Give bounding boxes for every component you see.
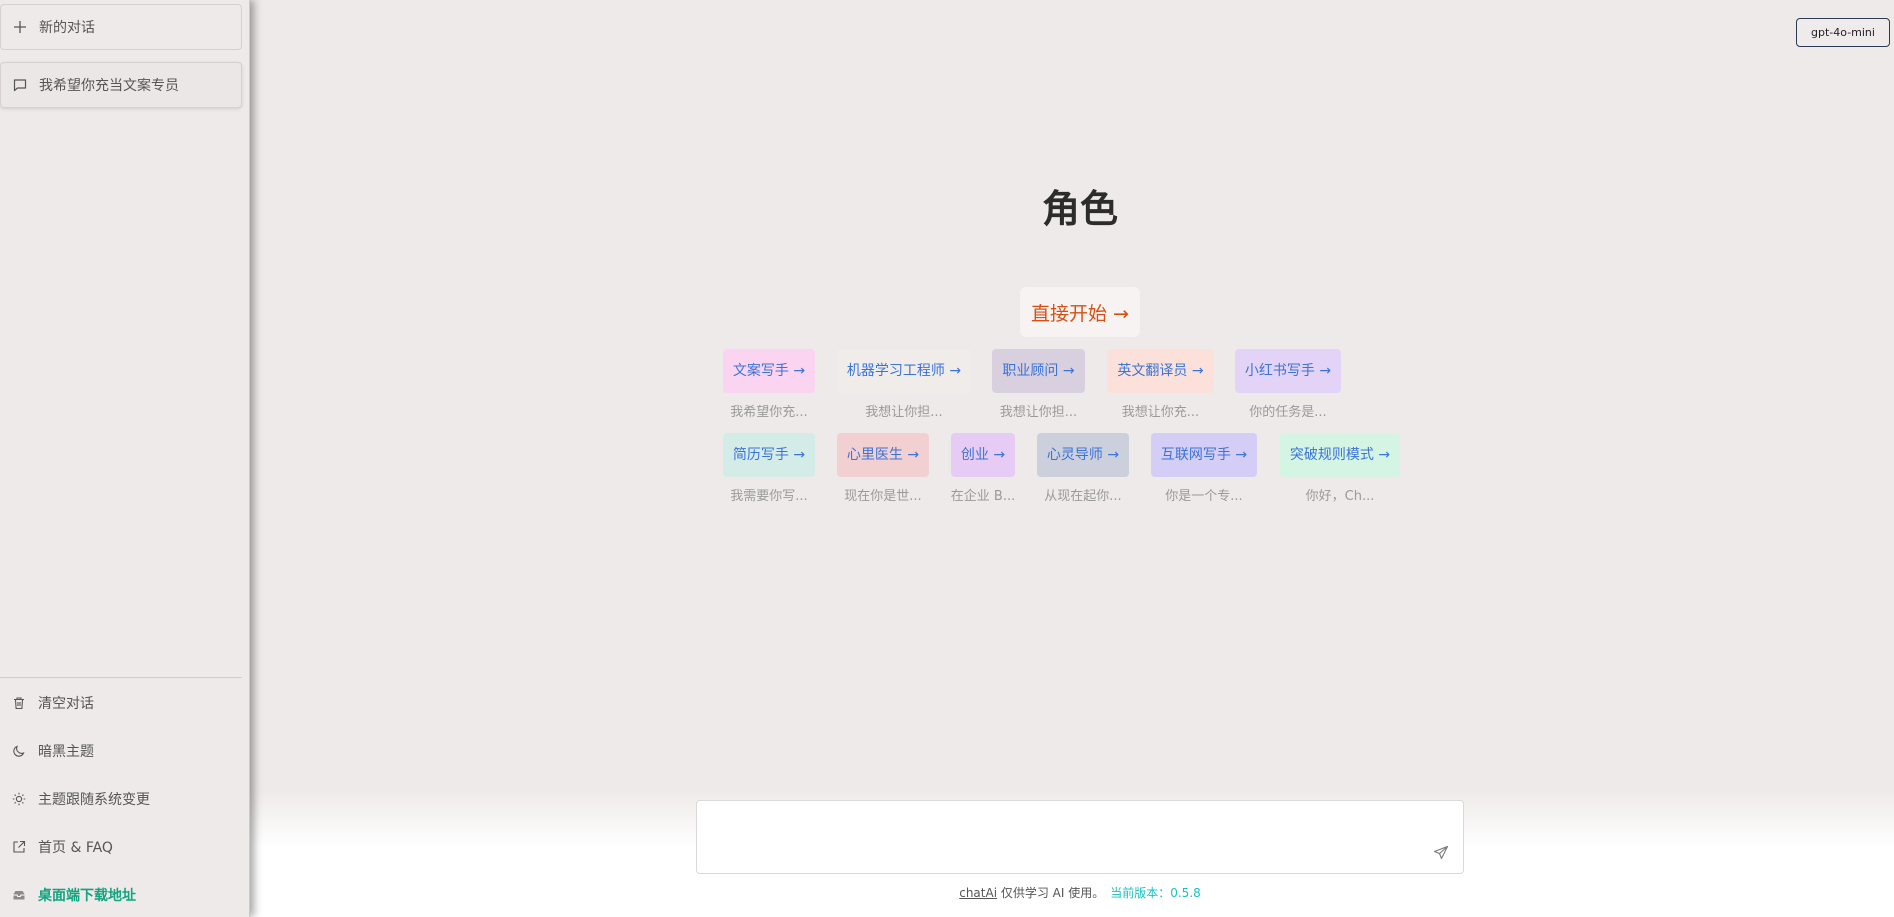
role-desc: 我希望你充...: [730, 405, 808, 420]
inbox-icon: [12, 888, 26, 902]
role-card: 心里医生 → 现在你是世...: [834, 433, 932, 504]
external-link-icon: [12, 840, 26, 854]
role-button[interactable]: 小红书写手 →: [1234, 349, 1342, 393]
role-card: 职业顾问 → 我想让你担...: [989, 349, 1088, 420]
new-chat-label: 新的对话: [39, 20, 95, 36]
chat-bubble-icon: [13, 78, 27, 92]
role-desc: 在企业 B...: [950, 489, 1016, 504]
home-faq-label: 首页 & FAQ: [38, 840, 113, 856]
role-card: 英文翻译员 → 我想让你充...: [1104, 349, 1217, 420]
role-button[interactable]: 职业顾问 →: [992, 349, 1085, 393]
role-desc: 我想让你担...: [865, 405, 943, 420]
footer: chatAi 仅供学习 AI 使用。 当前版本：0.5.8: [696, 884, 1464, 901]
model-selector-button[interactable]: gpt-4o-mini: [1796, 18, 1890, 47]
role-card: 机器学习工程师 → 我想让你担...: [834, 349, 974, 420]
system-theme-button[interactable]: 主题跟随系统变更: [0, 779, 242, 819]
sidebar: 新的对话 我希望你充当文案专员 清空对话 暗黑主题 主题跟随系统变更 首页 & …: [0, 0, 250, 917]
role-button[interactable]: 心灵导师 →: [1036, 433, 1130, 477]
role-button[interactable]: 心里医生 →: [836, 433, 930, 477]
role-card: 创业 → 在企业 B...: [947, 433, 1019, 504]
footer-text: 仅供学习 AI 使用。: [997, 886, 1105, 900]
version-label: 当前版本：0.5.8: [1110, 886, 1201, 900]
role-card: 心灵导师 → 从现在起你...: [1034, 433, 1132, 504]
role-button[interactable]: 互联网写手 →: [1150, 433, 1258, 477]
role-card: 文案写手 → 我希望你充...: [720, 349, 818, 420]
role-card: 简历写手 → 我需要你写...: [720, 433, 818, 504]
plus-icon: [13, 20, 27, 34]
role-button[interactable]: 英文翻译员 →: [1107, 349, 1214, 393]
role-desc: 我想让你充...: [1121, 405, 1200, 420]
desktop-download-label: 桌面端下载地址: [38, 888, 136, 904]
role-desc: 从现在起你...: [1044, 489, 1122, 504]
dark-theme-button[interactable]: 暗黑主题: [0, 731, 242, 771]
role-button[interactable]: 突破规则模式 →: [1279, 433, 1401, 477]
home-faq-link[interactable]: 首页 & FAQ: [0, 827, 242, 867]
role-button[interactable]: 文案写手 →: [722, 349, 816, 393]
new-chat-button[interactable]: 新的对话: [0, 4, 242, 50]
start-button[interactable]: 直接开始 →: [1020, 287, 1140, 337]
moon-icon: [12, 744, 26, 758]
sun-icon: [12, 792, 26, 806]
dark-theme-label: 暗黑主题: [38, 744, 94, 760]
role-button[interactable]: 创业 →: [950, 433, 1016, 477]
role-desc: 你好，Ch...: [1305, 489, 1375, 504]
role-card: 互联网写手 → 你是一个专...: [1148, 433, 1260, 504]
trash-icon: [12, 696, 26, 710]
message-input[interactable]: [697, 801, 1463, 873]
send-icon[interactable]: [1433, 845, 1449, 861]
role-button[interactable]: 机器学习工程师 →: [836, 349, 972, 393]
role-desc: 现在你是世...: [844, 489, 922, 504]
role-card: 突破规则模式 → 你好，Ch...: [1276, 433, 1404, 504]
clear-chat-label: 清空对话: [38, 696, 94, 712]
page-title: 角色: [1041, 187, 1118, 231]
role-desc: 我想让你担...: [999, 405, 1078, 420]
role-desc: 你是一个专...: [1165, 489, 1243, 504]
clear-chat-button[interactable]: 清空对话: [0, 683, 242, 723]
role-card: 小红书写手 → 你的任务是...: [1232, 349, 1344, 420]
message-input-box: [696, 800, 1464, 874]
desktop-download-link[interactable]: 桌面端下载地址: [0, 875, 242, 915]
role-desc: 你的任务是...: [1249, 405, 1327, 420]
conversation-item[interactable]: 我希望你充当文案专员: [0, 62, 242, 108]
conversation-label: 我希望你充当文案专员: [39, 78, 179, 94]
role-desc: 我需要你写...: [730, 489, 808, 504]
sidebar-divider: [0, 677, 242, 678]
role-button[interactable]: 简历写手 →: [722, 433, 816, 477]
system-theme-label: 主题跟随系统变更: [38, 792, 150, 808]
chatai-link[interactable]: chatAi: [959, 886, 997, 900]
